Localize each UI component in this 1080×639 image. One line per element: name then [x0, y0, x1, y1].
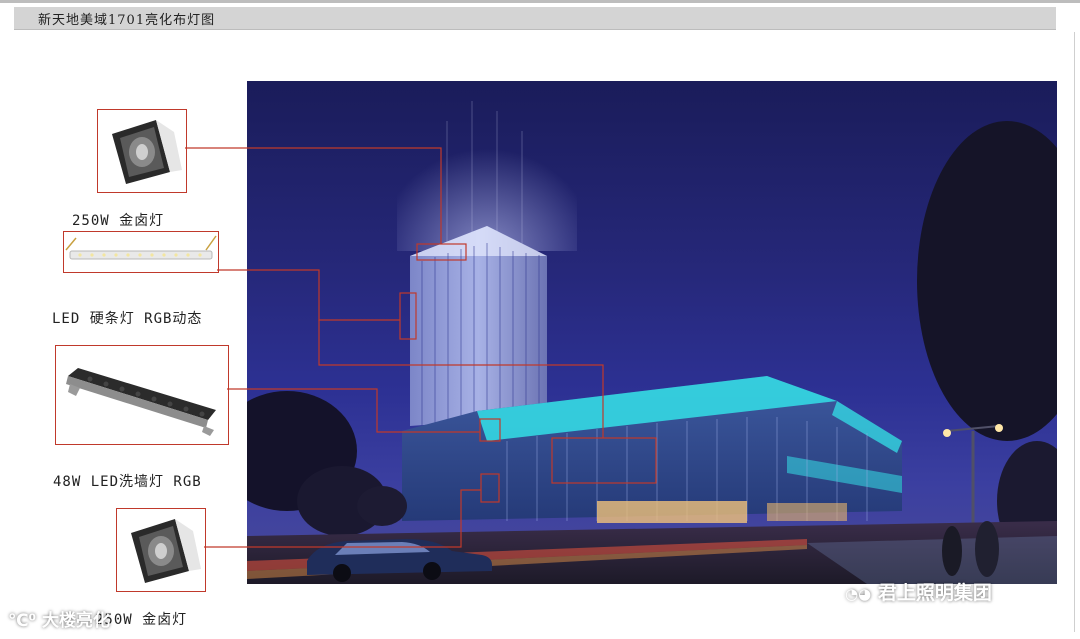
page-edge	[1074, 32, 1075, 632]
fixture-image-floodlight-bottom	[116, 508, 206, 592]
page-title: 新天地美域1701亮化布灯图	[38, 13, 216, 28]
top-rule	[0, 0, 1080, 3]
led-strip-icon	[65, 235, 217, 260]
watermark-left-text: 大楼亮化	[41, 611, 110, 631]
floodlight-icon	[112, 120, 182, 184]
rendering-illustration	[247, 81, 1057, 584]
watermark-right-text: 君上照明集团	[877, 582, 992, 604]
fixture-image-led-strip	[63, 231, 219, 273]
floodlight-icon	[131, 519, 201, 583]
watermark-left-icon: ℃⁰	[8, 611, 37, 631]
watermark-right: ◔◕ 君上照明集团	[845, 578, 992, 605]
fixture-label-led-strip: LED 硬条灯 RGB动态	[52, 311, 203, 327]
watermark-left: ℃⁰ 大楼亮化	[8, 606, 110, 631]
fixture-image-wall-washer	[55, 345, 229, 445]
wechat-icon: ◔◕	[845, 585, 872, 603]
fixture-label-wall-washer: 48W LED洗墙灯 RGB	[53, 474, 202, 490]
building-night-rendering	[247, 81, 1057, 584]
fixture-label-floodlight-top: 250W 金卤灯	[72, 213, 165, 229]
wall-washer-icon	[66, 368, 216, 436]
title-bar: 新天地美域1701亮化布灯图	[14, 7, 1056, 30]
fixture-image-floodlight-top	[97, 109, 187, 193]
